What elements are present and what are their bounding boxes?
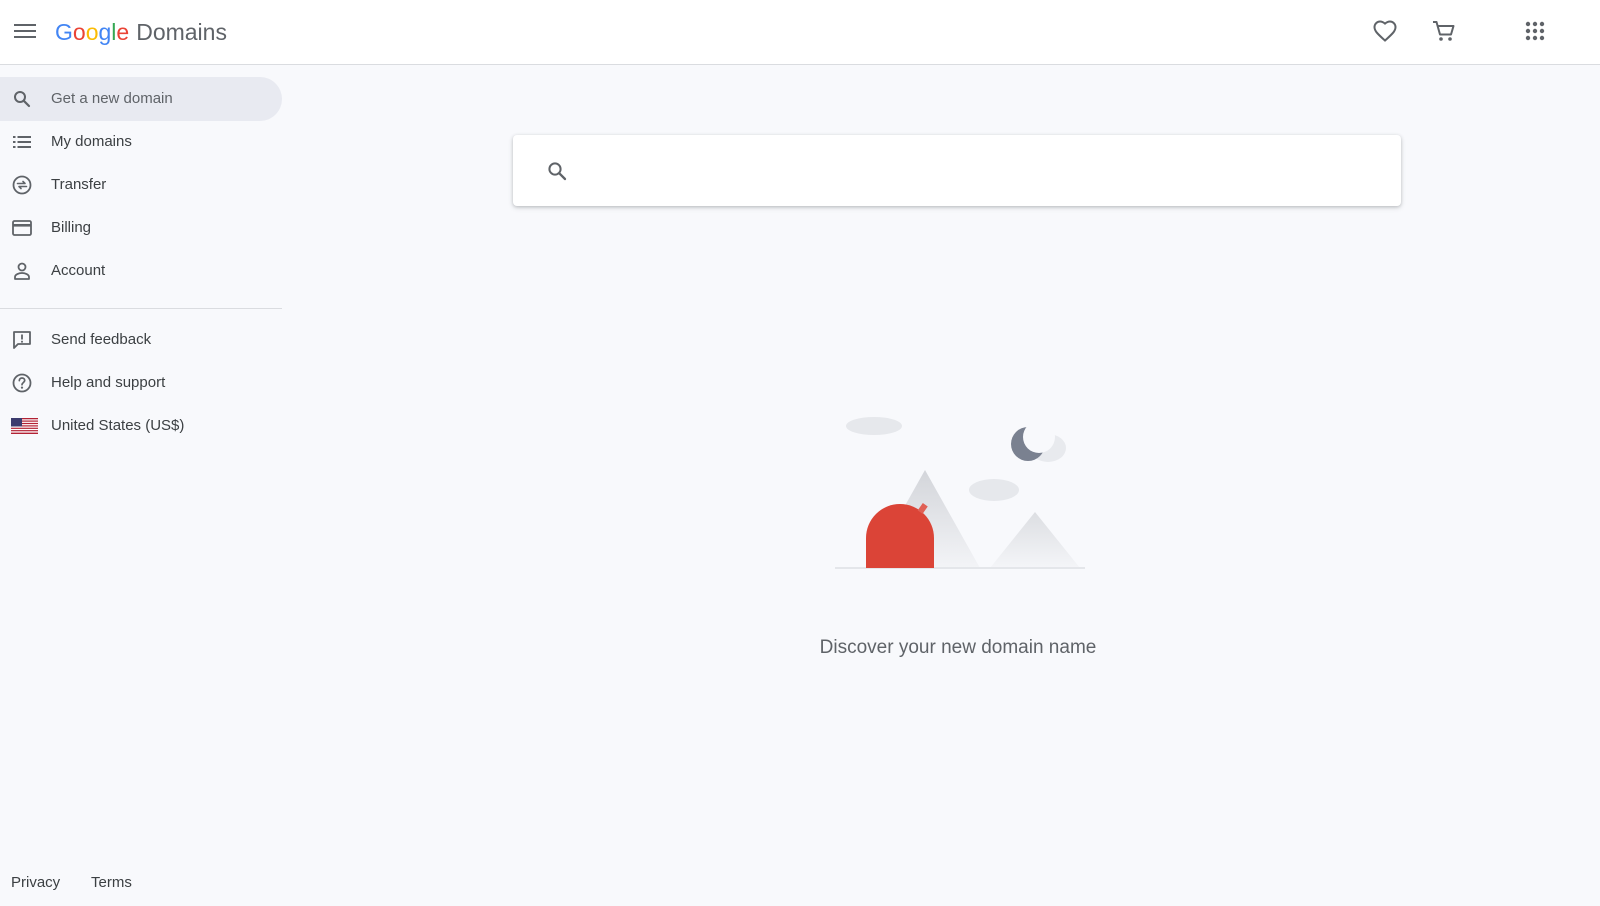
transfer-icon: [11, 174, 33, 196]
shopping-cart-icon[interactable]: [1427, 14, 1461, 48]
logo-letter: o: [72, 18, 86, 45]
sidebar-divider: [0, 308, 282, 309]
feedback-icon: [11, 329, 33, 351]
product-name: Domains: [136, 18, 227, 45]
sidebar-item-help[interactable]: Help and support: [0, 361, 282, 405]
cloud: [846, 417, 902, 435]
domain-search-input[interactable]: [585, 151, 1375, 191]
sidebar-nav: Get a new domain My domains Transfer Bil…: [0, 65, 282, 906]
logo-letter: G: [55, 18, 73, 45]
empty-state-message: Discover your new domain name: [819, 637, 1097, 658]
sidebar-item-label: Transfer: [51, 176, 107, 193]
sidebar-item-country[interactable]: United States (US$): [0, 404, 282, 448]
logo-letter: o: [85, 18, 99, 45]
empty-state-illustration: [830, 400, 1100, 600]
sidebar-item-label: Help and support: [51, 374, 166, 391]
mountain: [990, 512, 1080, 568]
heart-icon[interactable]: [1368, 14, 1402, 48]
sidebar-item-my-domains[interactable]: My domains: [0, 120, 282, 164]
google-domains-logo[interactable]: Google Domains: [55, 16, 227, 48]
sidebar-item-get-new-domain[interactable]: Get a new domain: [0, 77, 282, 121]
us-flag-icon: [11, 415, 38, 437]
sidebar-item-label: Billing: [51, 219, 92, 236]
apps-grid-icon[interactable]: [1518, 14, 1552, 48]
sidebar-item-label: My domains: [51, 133, 132, 150]
domain-search-box[interactable]: [513, 135, 1401, 206]
credit-card-icon: [11, 217, 33, 239]
logo-letter: e: [116, 18, 130, 45]
privacy-link[interactable]: Privacy: [11, 874, 60, 891]
help-icon: [11, 372, 33, 394]
search-icon: [11, 88, 33, 110]
sidebar-item-label: Get a new domain: [51, 90, 173, 107]
sidebar-item-account[interactable]: Account: [0, 249, 282, 293]
sidebar-item-label: United States (US$): [51, 417, 185, 434]
sidebar-item-label: Account: [51, 262, 106, 279]
sidebar-item-billing[interactable]: Billing: [0, 206, 282, 250]
search-icon: [545, 159, 569, 183]
list-icon: [11, 131, 33, 153]
sidebar-item-transfer[interactable]: Transfer: [0, 163, 282, 207]
terms-link[interactable]: Terms: [91, 874, 132, 891]
person-icon: [11, 260, 33, 282]
sidebar-item-label: Send feedback: [51, 331, 152, 348]
app-header: Google Domains: [0, 0, 1600, 65]
cloud: [969, 479, 1019, 501]
sidebar-item-send-feedback[interactable]: Send feedback: [0, 318, 282, 362]
hamburger-menu-icon[interactable]: [10, 16, 40, 46]
logo-letter: g: [98, 18, 112, 45]
